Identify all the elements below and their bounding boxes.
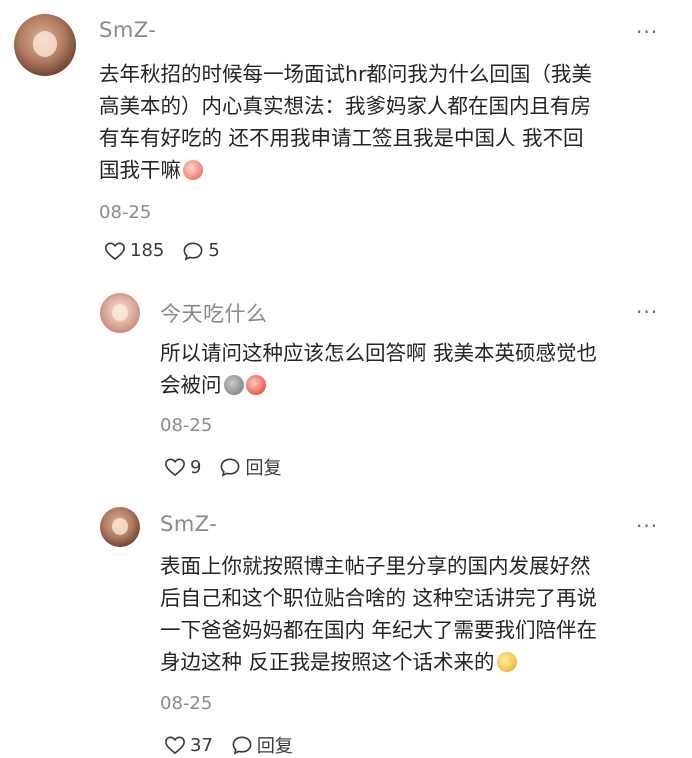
comment-actions: 37 回复 xyxy=(164,732,311,758)
comment-actions: 185 5 xyxy=(104,240,238,261)
heart-icon xyxy=(165,458,185,477)
comment-text: 去年秋招的时候每一场面试hr都问我为什么回国（我美 高美本的）内心真实想法：我爹… xyxy=(99,58,592,186)
comment-bubble-icon xyxy=(220,458,240,477)
comment-actions: 9 回复 xyxy=(164,454,299,480)
more-options-icon[interactable]: ··· xyxy=(636,514,658,538)
like-count: 185 xyxy=(130,240,165,261)
comment-date: 08-25 xyxy=(160,693,213,714)
reply-button[interactable]: 5 xyxy=(182,240,220,261)
more-options-icon[interactable]: ··· xyxy=(636,300,658,324)
comment-line: 一下爸爸妈妈都在国内 年纪大了需要我们陪伴在 xyxy=(160,618,598,642)
red-emoji-icon xyxy=(245,375,266,395)
like-button[interactable]: 9 xyxy=(164,457,201,478)
more-options-icon[interactable]: ··· xyxy=(636,20,658,44)
avatar[interactable] xyxy=(100,507,140,547)
heart-icon xyxy=(165,736,185,755)
reply-button[interactable]: 回复 xyxy=(219,454,281,480)
comment-line-text: 身边这种 反正我是按照这个话术来的 xyxy=(160,650,495,674)
comment-line: 会被问 xyxy=(160,369,597,401)
comment-bubble-icon xyxy=(232,736,252,755)
comment-line: 去年秋招的时候每一场面试hr都问我为什么回国（我美 xyxy=(99,62,592,86)
comment-line: 有车有好吃的 还不用我申请工签且我是中国人 我不回 xyxy=(99,126,584,150)
comment-line: 国我干嘛 xyxy=(99,154,592,186)
like-count: 37 xyxy=(190,734,213,756)
comment-bubble-icon xyxy=(183,241,203,261)
username[interactable]: 今天吃什么 xyxy=(160,298,268,328)
comment-line: 表面上你就按照博主帖子里分享的国内发展好然 xyxy=(160,554,591,578)
comment-line-text: 会被问 xyxy=(160,373,222,397)
heart-icon xyxy=(105,241,125,260)
avatar[interactable] xyxy=(100,293,140,333)
username[interactable]: SmZ- xyxy=(99,18,156,42)
like-button[interactable]: 185 xyxy=(104,240,164,261)
comment-date: 08-25 xyxy=(99,202,152,223)
comment-text: 所以请问这种应该怎么回答啊 我美本英硕感觉也 会被问 xyxy=(160,337,597,401)
comment-line: 后自己和这个职位贴合啥的 这种空话讲完了再说 xyxy=(160,586,598,610)
comment-line: 所以请问这种应该怎么回答啊 我美本英硕感觉也 xyxy=(160,341,598,365)
comment-text: 表面上你就按照博主帖子里分享的国内发展好然 后自己和这个职位贴合啥的 这种空话讲… xyxy=(160,550,597,678)
comment-line-text: 国我干嘛 xyxy=(99,158,181,182)
username[interactable]: SmZ- xyxy=(160,512,217,536)
reply-count: 5 xyxy=(208,240,220,261)
avatar[interactable] xyxy=(14,14,76,76)
yellow-emoji-icon xyxy=(496,652,517,672)
gray-emoji-icon xyxy=(223,375,244,395)
comment-line: 身边这种 反正我是按照这个话术来的 xyxy=(160,646,597,678)
like-count: 9 xyxy=(190,456,202,478)
comment-line: 高美本的）内心真实想法：我爹妈家人都在国内且有房 xyxy=(99,94,591,118)
reply-label: 回复 xyxy=(256,736,293,757)
comment-date: 08-25 xyxy=(160,415,213,436)
reply-label: 回复 xyxy=(245,458,282,479)
peach-emoji-icon xyxy=(183,160,203,180)
reply-button[interactable]: 回复 xyxy=(231,732,293,758)
like-button[interactable]: 37 xyxy=(164,735,213,756)
